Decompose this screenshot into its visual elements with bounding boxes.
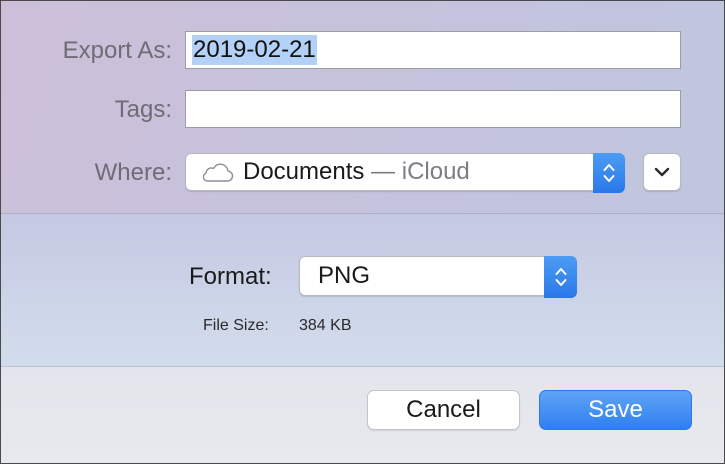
tags-label: Tags: bbox=[114, 96, 172, 123]
chevron-down-icon bbox=[654, 167, 670, 177]
where-service: iCloud bbox=[401, 158, 470, 185]
up-down-chevron-icon bbox=[603, 164, 615, 182]
save-button[interactable]: Save bbox=[539, 390, 692, 430]
up-down-chevron-icon bbox=[555, 268, 566, 286]
tags-input[interactable] bbox=[185, 90, 681, 128]
format-value: PNG bbox=[318, 262, 371, 289]
file-size-label: File Size: bbox=[203, 317, 269, 334]
export-as-label: Export As: bbox=[62, 37, 172, 64]
where-separator: — bbox=[364, 158, 402, 185]
file-size-value: 384 KB bbox=[299, 317, 352, 334]
export-dialog: Export As: 2019-02-21 Tags: Where: Docum… bbox=[0, 0, 725, 464]
file-options-section: Export As: 2019-02-21 Tags: Where: Docum… bbox=[1, 1, 724, 213]
where-value: Documents — iCloud bbox=[243, 158, 470, 186]
export-as-value: 2019-02-21 bbox=[192, 35, 317, 65]
where-location: Documents bbox=[243, 158, 365, 185]
format-stepper[interactable] bbox=[544, 256, 577, 298]
export-as-input[interactable]: 2019-02-21 bbox=[185, 31, 681, 69]
where-label: Where: bbox=[94, 159, 172, 186]
cloud-icon bbox=[202, 163, 234, 182]
format-popup[interactable]: PNG bbox=[299, 256, 577, 298]
where-popup[interactable]: Documents — iCloud bbox=[185, 153, 625, 193]
expand-button[interactable] bbox=[643, 153, 681, 191]
cancel-button[interactable]: Cancel bbox=[367, 390, 520, 430]
where-stepper[interactable] bbox=[593, 153, 625, 193]
format-label: Format: bbox=[189, 263, 272, 290]
